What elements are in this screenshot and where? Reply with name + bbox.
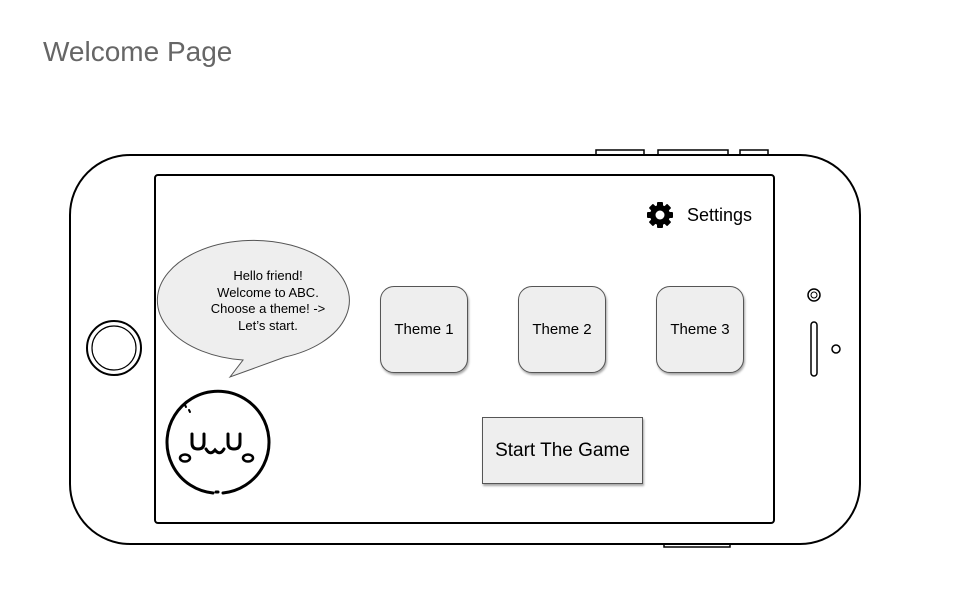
sensor-dot	[831, 344, 841, 354]
home-button	[86, 320, 142, 376]
bubble-line: Choose a theme! ->	[210, 301, 326, 316]
phone-side-button	[657, 149, 729, 158]
speaker-slot	[810, 321, 818, 377]
camera-icon	[807, 288, 821, 302]
phone-bottom-button	[663, 539, 731, 548]
bubble-line: Welcome to ABC.	[217, 284, 319, 300]
theme-1-button[interactable]: Theme 1	[380, 286, 468, 373]
gear-icon	[647, 202, 673, 228]
speech-bubble-text: Hello friend! Welcome to ABC. Choose a t…	[190, 268, 346, 334]
phone-side-button	[595, 149, 645, 158]
settings-label: Settings	[687, 204, 753, 225]
theme-3-button[interactable]: Theme 3	[656, 286, 744, 373]
page: Welcome Page Settings Hello friend! Welc…	[0, 0, 960, 600]
settings-button[interactable]: Settings	[645, 200, 752, 230]
start-game-button[interactable]: Start The Game	[482, 417, 643, 484]
phone-side-button	[739, 149, 769, 158]
page-title: Welcome Page	[43, 36, 233, 67]
theme-2-button[interactable]: Theme 2	[518, 286, 606, 373]
bubble-line: Hello friend!	[233, 268, 303, 283]
bubble-line: Let’s start.	[238, 317, 298, 333]
kawaii-face-icon	[165, 389, 271, 495]
phone-frame	[69, 149, 861, 548]
